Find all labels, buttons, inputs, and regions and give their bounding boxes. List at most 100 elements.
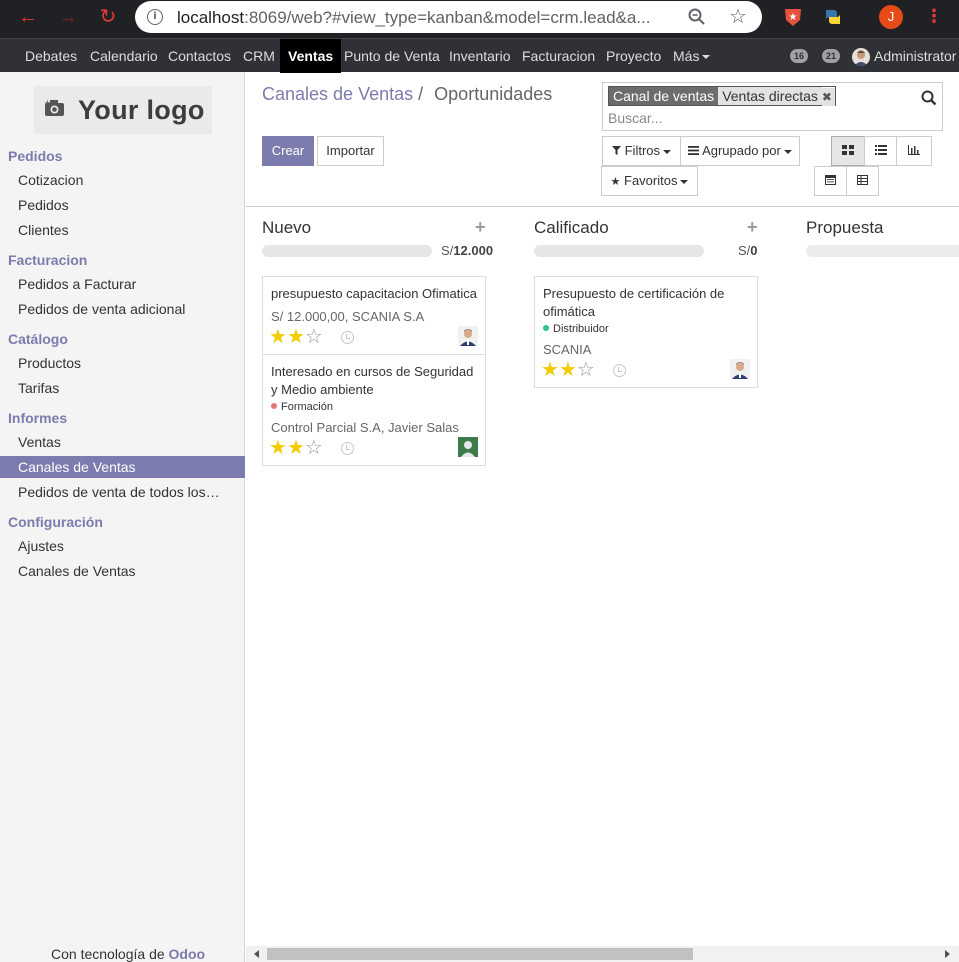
nav-calendario[interactable]: Calendario	[90, 39, 158, 73]
nav-facturacion[interactable]: Facturacion	[522, 39, 595, 73]
sidebar: + Your logo Pedidos Cotizacion Pedidos C…	[0, 72, 245, 962]
priority-stars[interactable]: ★★☆	[269, 438, 323, 458]
nav-proyecto[interactable]: Proyecto	[606, 39, 661, 73]
nav-mas-dropdown[interactable]: Más	[673, 39, 711, 73]
chevron-down-icon	[680, 179, 689, 184]
kanban-view-button[interactable]	[831, 136, 865, 166]
back-arrow-icon[interactable]: ←	[17, 6, 39, 28]
site-info-icon[interactable]: i	[147, 9, 163, 25]
nav-crm[interactable]: CRM	[243, 39, 275, 73]
sidebar-item-clientes[interactable]: Clientes	[18, 222, 69, 238]
sidebar-item-canales-de-ventas[interactable]: Canales de Ventas	[18, 563, 136, 579]
priority-stars[interactable]: ★★☆	[541, 360, 595, 380]
activity-clock-icon[interactable]	[341, 331, 354, 344]
brave-shield-icon[interactable]: ★	[782, 6, 804, 28]
filters-button[interactable]: Filtros	[602, 136, 681, 166]
horizontal-scrollbar[interactable]	[246, 946, 959, 962]
zoom-icon[interactable]	[688, 8, 706, 26]
forward-arrow-icon[interactable]: →	[57, 6, 79, 28]
star-filled-icon[interactable]: ★	[559, 359, 577, 381]
breadcrumb-parent[interactable]: Canales de Ventas	[262, 84, 413, 104]
salesperson-avatar	[458, 326, 478, 346]
sidebar-item-pedidos-a-facturar[interactable]: Pedidos a Facturar	[18, 276, 136, 292]
scroll-left-arrow-icon[interactable]	[254, 950, 259, 958]
scrollbar-thumb[interactable]	[267, 948, 693, 960]
reload-icon[interactable]: ↻	[97, 6, 119, 28]
star-filled-icon[interactable]: ★	[541, 359, 559, 381]
python-extension-icon[interactable]	[822, 6, 844, 28]
messages-badge[interactable]: 21	[822, 49, 841, 63]
column-progress-bar[interactable]	[806, 245, 959, 257]
url-text: localhost:8069/web?#view_type=kanban&mod…	[177, 8, 651, 27]
filter-icon	[611, 146, 621, 155]
activity-clock-icon[interactable]	[341, 442, 354, 455]
kanban-card[interactable]: Interesado en cursos de Seguridad y Medi…	[262, 354, 486, 466]
nav-punto-de-venta[interactable]: Punto de Venta	[344, 39, 440, 73]
facet-label: Canal de ventas	[609, 87, 719, 105]
address-bar[interactable]: i localhost:8069/web?#view_type=kanban&m…	[135, 1, 762, 33]
sidebar-item-tarifas[interactable]: Tarifas	[18, 380, 59, 396]
search-icon[interactable]	[921, 90, 937, 106]
profile-avatar[interactable]: J	[879, 5, 903, 29]
nav-contactos[interactable]: Contactos	[168, 39, 231, 73]
remove-facet-icon[interactable]: ✖	[821, 88, 835, 106]
activity-clock-icon[interactable]	[613, 364, 626, 377]
odoo-link[interactable]: Odoo	[169, 946, 206, 962]
search-facet: Canal de ventas Ventas directas ✖	[608, 86, 836, 106]
user-avatar[interactable]	[852, 48, 870, 66]
list-icon	[874, 145, 887, 155]
search-input[interactable]: Buscar...	[608, 110, 662, 126]
sidebar-item-cotizacion[interactable]: Cotizacion	[18, 172, 83, 188]
sidebar-item-pedidos-todos[interactable]: Pedidos de venta de todos los…	[18, 484, 220, 500]
kanban-card[interactable]: presupuesto capacitacion Ofimatica S/ 12…	[262, 276, 486, 355]
nav-inventario[interactable]: Inventario	[449, 39, 510, 73]
filters-label: Filtros	[624, 143, 660, 158]
nav-ventas[interactable]: Ventas	[280, 39, 342, 73]
star-filled-icon[interactable]: ★	[269, 326, 287, 348]
column-progress-bar[interactable]	[262, 245, 432, 257]
column-total: S/12.000	[441, 243, 494, 258]
column-title-propuesta[interactable]: Propuesta	[806, 218, 884, 238]
sidebar-item-canales-de-ventas-active[interactable]: Canales de Ventas	[0, 456, 245, 478]
nav-mas-label: Más	[673, 48, 700, 64]
calendar-view-button[interactable]	[814, 166, 847, 196]
star-empty-icon[interactable]: ☆	[305, 437, 323, 459]
table-icon	[857, 175, 868, 185]
graph-view-button[interactable]	[896, 136, 932, 166]
card-tag: Distribuidor	[543, 323, 609, 335]
column-title-calificado[interactable]: Calificado	[534, 218, 609, 238]
quick-create-plus-icon[interactable]: +	[475, 217, 486, 238]
tag-color-dot	[271, 403, 277, 409]
star-filled-icon[interactable]: ★	[269, 437, 287, 459]
user-menu[interactable]: Administrator	[874, 39, 956, 73]
sidebar-item-pedidos-venta-adicional[interactable]: Pedidos de venta adicional	[18, 301, 185, 317]
star-filled-icon[interactable]: ★	[287, 437, 305, 459]
scroll-right-arrow-icon[interactable]	[945, 950, 950, 958]
bookmark-star-icon[interactable]: ☆	[729, 4, 747, 29]
star-filled-icon[interactable]: ★	[287, 326, 305, 348]
column-progress-bar[interactable]	[534, 245, 704, 257]
group-by-label: Agrupado por	[702, 143, 781, 158]
priority-stars[interactable]: ★★☆	[269, 327, 323, 347]
star-empty-icon[interactable]: ☆	[305, 326, 323, 348]
quick-create-plus-icon[interactable]: +	[747, 217, 758, 238]
activities-badge[interactable]: 16	[790, 49, 809, 63]
star-empty-icon[interactable]: ☆	[577, 359, 595, 381]
group-by-button[interactable]: Agrupado por	[680, 136, 800, 166]
card-title: Interesado en cursos de Seguridad y Medi…	[271, 364, 474, 397]
nav-debates[interactable]: Debates	[25, 39, 77, 73]
create-button[interactable]: Crear	[262, 136, 314, 166]
sidebar-item-productos[interactable]: Productos	[18, 355, 81, 371]
import-button[interactable]: Importar	[317, 136, 384, 166]
section-configuracion: Configuración	[8, 514, 103, 530]
list-view-button[interactable]	[864, 136, 897, 166]
kanban-card[interactable]: Presupuesto de certificación de ofimátic…	[534, 276, 758, 388]
company-logo: + Your logo	[34, 86, 212, 134]
sidebar-item-ajustes[interactable]: Ajustes	[18, 538, 64, 554]
browser-menu-icon[interactable]: ⋮	[925, 6, 943, 28]
column-title-nuevo[interactable]: Nuevo	[262, 218, 311, 238]
pivot-view-button[interactable]	[846, 166, 879, 196]
sidebar-item-ventas[interactable]: Ventas	[18, 434, 61, 450]
favorites-button[interactable]: ★ Favoritos	[601, 166, 698, 196]
sidebar-item-pedidos[interactable]: Pedidos	[18, 197, 69, 213]
